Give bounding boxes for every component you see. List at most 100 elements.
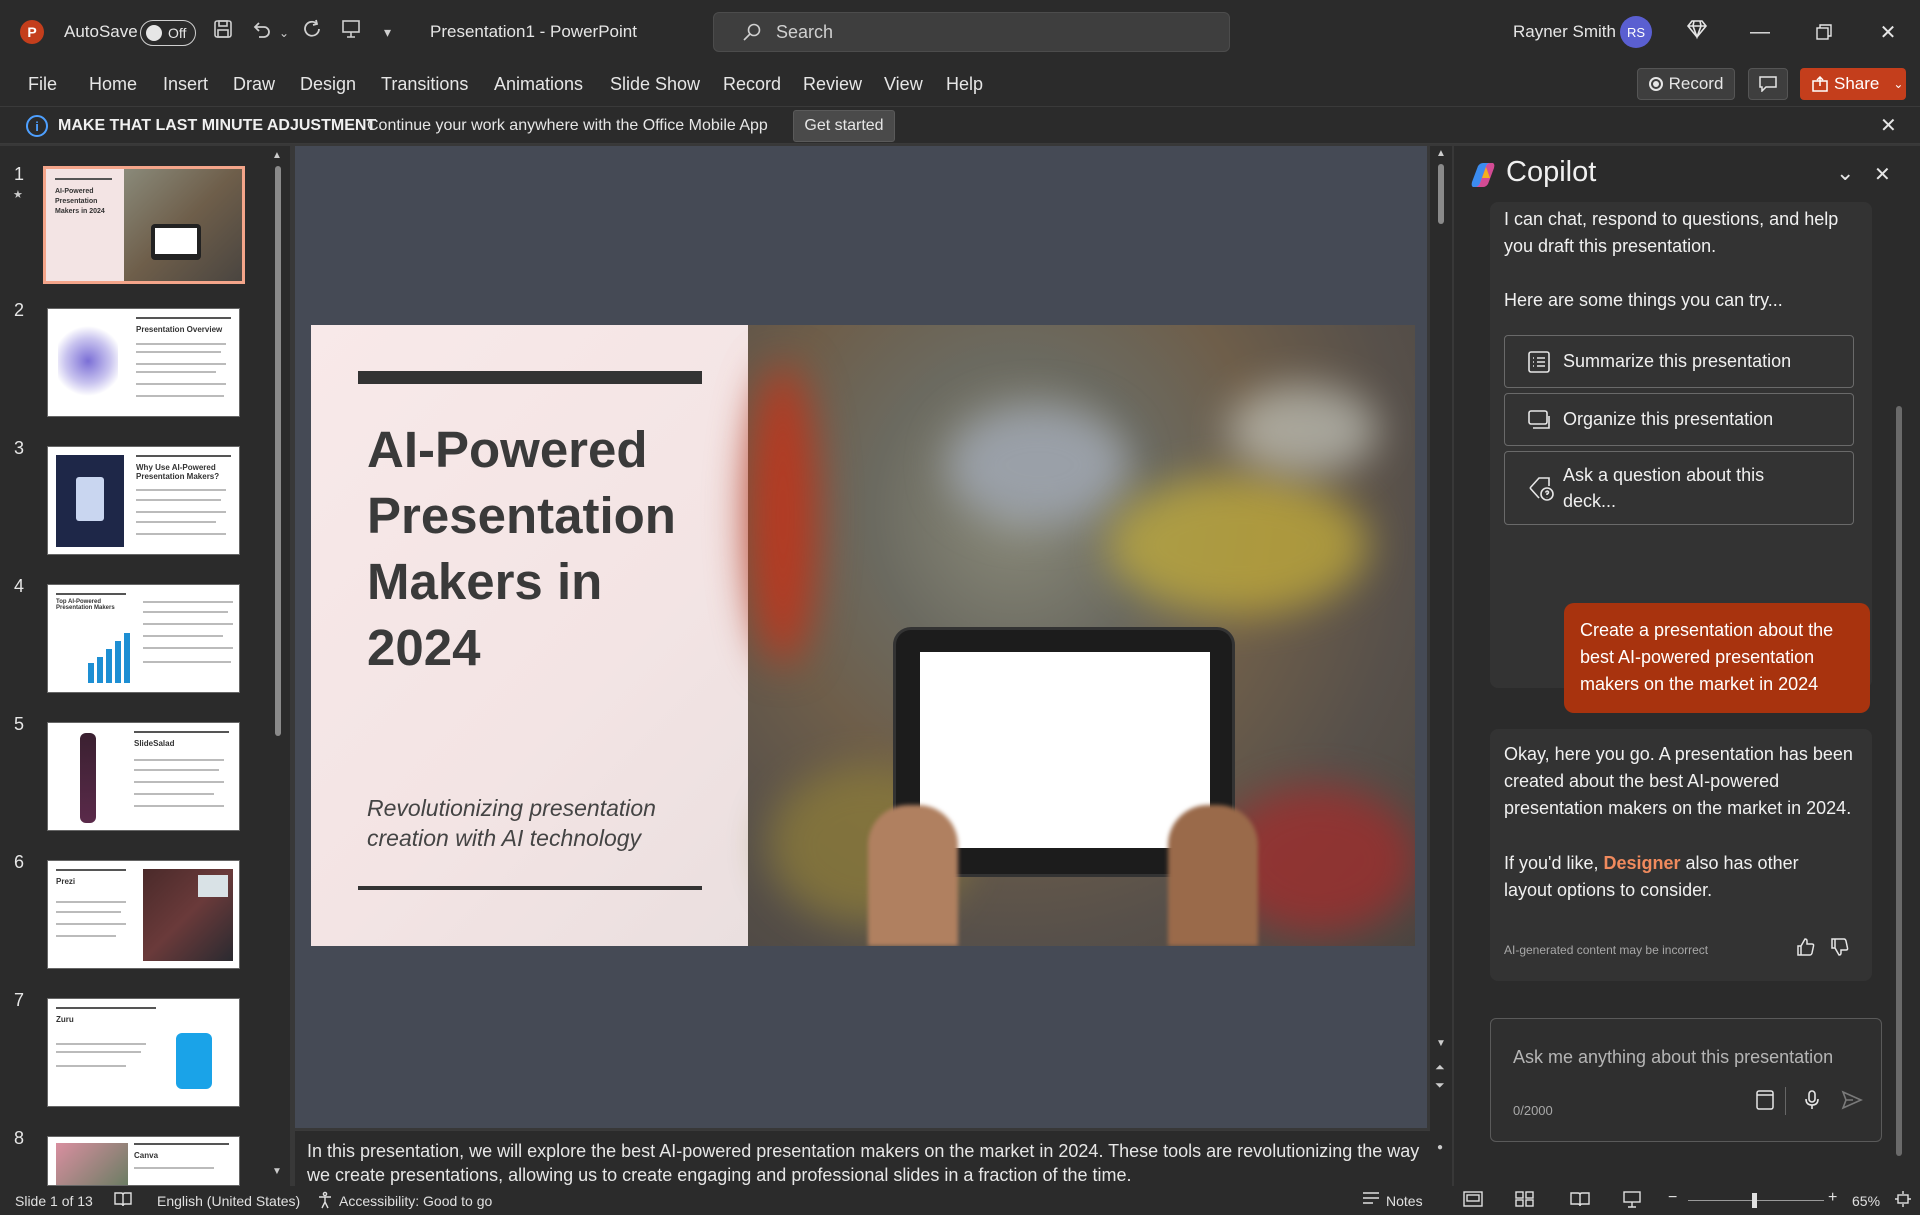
suggestion-label: Organize this presentation xyxy=(1563,409,1774,429)
suggestion-organize[interactable]: Organize this presentation xyxy=(1504,393,1854,446)
slide-thumbnail-8[interactable]: Canva xyxy=(47,1136,240,1186)
zoom-out-icon[interactable]: − xyxy=(1668,1189,1677,1207)
tab-transitions[interactable]: Transitions xyxy=(381,74,468,95)
fit-to-window-icon[interactable] xyxy=(1894,1190,1912,1211)
close-copilot-icon[interactable]: ✕ xyxy=(1874,162,1891,187)
record-button[interactable]: Record xyxy=(1637,68,1735,100)
slide-thumbnail-7[interactable]: Zuru xyxy=(47,998,240,1107)
present-icon[interactable] xyxy=(340,18,362,46)
search-placeholder: Search xyxy=(776,21,834,42)
accessibility-icon[interactable] xyxy=(316,1191,334,1212)
copilot-intro-text: I can chat, respond to questions, and he… xyxy=(1504,209,1839,256)
suggestion-summarize[interactable]: Summarize this presentation xyxy=(1504,335,1854,388)
customize-qat-icon[interactable]: ▾ xyxy=(384,24,391,41)
tab-review[interactable]: Review xyxy=(803,74,862,95)
redo-icon[interactable] xyxy=(302,18,324,46)
spelling-icon[interactable] xyxy=(114,1191,132,1210)
prompt-guide-icon[interactable] xyxy=(1755,1089,1775,1116)
scroll-thumb[interactable] xyxy=(275,166,281,736)
zoom-level[interactable]: 65% xyxy=(1852,1193,1880,1209)
notes-scroll-icon[interactable]: ● xyxy=(1437,1142,1443,1153)
tab-home[interactable]: Home xyxy=(89,74,137,95)
undo-icon[interactable] xyxy=(250,18,272,46)
close-infobar-icon[interactable]: ✕ xyxy=(1880,113,1897,138)
ribbon-tabs: File Home Insert Draw Design Transitions… xyxy=(0,64,1920,106)
tab-animations[interactable]: Animations xyxy=(494,74,583,95)
previous-slide-icon[interactable]: ⏶ xyxy=(1435,1060,1445,1075)
slide-image[interactable] xyxy=(748,325,1415,946)
diamond-icon[interactable] xyxy=(1686,18,1708,46)
powerpoint-logo-icon: P xyxy=(20,20,44,44)
status-bar: Slide 1 of 13 English (United States) Ac… xyxy=(0,1186,1920,1215)
slide-subtitle[interactable]: Revolutionizing presentation creation wi… xyxy=(367,793,707,853)
zoom-slider-thumb[interactable] xyxy=(1752,1193,1757,1208)
slide-sorter-icon[interactable] xyxy=(1515,1191,1535,1210)
record-label: Record xyxy=(1668,74,1724,93)
thumbs-down-icon[interactable] xyxy=(1830,937,1850,962)
copilot-input[interactable]: Ask me anything about this presentation … xyxy=(1490,1018,1882,1142)
microphone-icon[interactable] xyxy=(1803,1089,1821,1116)
thumbnail-scrollbar[interactable]: ▲ ▼ xyxy=(272,150,284,1180)
avatar[interactable]: RS xyxy=(1620,16,1652,48)
slide-thumbnail-3[interactable]: Why Use AI-Powered Presentation Makers? xyxy=(47,446,240,555)
share-button[interactable]: Share ⌄ xyxy=(1800,68,1906,100)
scroll-down-icon[interactable]: ▼ xyxy=(272,1166,282,1177)
search-box[interactable]: Search xyxy=(713,12,1230,52)
save-icon[interactable] xyxy=(212,18,234,46)
toggle-knob xyxy=(146,25,162,41)
slide-thumbnail-5[interactable]: SlideSalad xyxy=(47,722,240,831)
scroll-up-icon[interactable]: ▲ xyxy=(1436,148,1446,159)
thumb-title: SlideSalad xyxy=(134,739,175,748)
slide-show-icon[interactable] xyxy=(1622,1191,1642,1212)
current-slide[interactable]: AI-Powered Presentation Makers in 2024 R… xyxy=(311,325,1415,946)
char-count: 0/2000 xyxy=(1513,1103,1553,1118)
speaker-notes[interactable]: In this presentation, we will explore th… xyxy=(295,1130,1445,1186)
comments-button[interactable] xyxy=(1748,68,1788,100)
restore-icon[interactable] xyxy=(1804,14,1844,50)
slide-bottom-line xyxy=(358,886,702,890)
list-icon xyxy=(1528,350,1550,373)
slide-thumbnail-4[interactable]: Top AI-Powered Presentation Makers xyxy=(47,584,240,693)
autosave-toggle[interactable]: Off xyxy=(140,20,196,46)
user-name[interactable]: Rayner Smith xyxy=(1513,22,1616,42)
notes-button[interactable]: Notes xyxy=(1386,1193,1423,1209)
copilot-scrollbar[interactable] xyxy=(1896,206,1904,1156)
get-started-button[interactable]: Get started xyxy=(793,110,895,142)
editor-scrollbar[interactable]: ▲ ▼ ⏶ ⏷ ● xyxy=(1430,146,1452,1186)
tab-insert[interactable]: Insert xyxy=(163,74,208,95)
scroll-thumb[interactable] xyxy=(1438,164,1444,224)
tab-slide-show[interactable]: Slide Show xyxy=(610,74,700,95)
tab-draw[interactable]: Draw xyxy=(233,74,275,95)
slide-thumbnail-1[interactable]: AI-Powered Presentation Makers in 2024 xyxy=(43,166,245,284)
zoom-in-icon[interactable]: + xyxy=(1828,1189,1837,1207)
next-slide-icon[interactable]: ⏷ xyxy=(1435,1078,1445,1093)
thumb-title: Why Use AI-Powered Presentation Makers? xyxy=(136,463,220,481)
thumbs-up-icon[interactable] xyxy=(1796,937,1816,962)
accessibility-status[interactable]: Accessibility: Good to go xyxy=(339,1193,492,1209)
suggestion-ask-question[interactable]: Ask a question about this deck... xyxy=(1504,451,1854,525)
slide-title[interactable]: AI-Powered Presentation Makers in 2024 xyxy=(367,417,727,681)
copilot-logo-icon xyxy=(1471,163,1495,187)
minimize-icon[interactable]: — xyxy=(1740,14,1780,50)
info-bar: i MAKE THAT LAST MINUTE ADJUSTMENT Conti… xyxy=(0,106,1920,144)
scroll-thumb[interactable] xyxy=(1896,406,1902,1156)
designer-link[interactable]: Designer xyxy=(1603,853,1680,873)
scroll-up-icon[interactable]: ▲ xyxy=(272,150,282,161)
slide-thumbnail-2[interactable]: Presentation Overview xyxy=(47,308,240,417)
chevron-down-icon[interactable]: ⌄ xyxy=(1836,160,1854,186)
tab-record[interactable]: Record xyxy=(723,74,781,95)
tab-file[interactable]: File xyxy=(28,74,57,95)
close-window-icon[interactable]: ✕ xyxy=(1868,14,1908,50)
scroll-down-icon[interactable]: ▼ xyxy=(1436,1038,1446,1049)
share-dropdown-icon[interactable]: ⌄ xyxy=(1893,77,1903,91)
tab-design[interactable]: Design xyxy=(300,74,356,95)
normal-view-icon[interactable] xyxy=(1463,1191,1483,1210)
slide-thumbnail-6[interactable]: Prezi xyxy=(47,860,240,969)
tab-help[interactable]: Help xyxy=(946,74,983,95)
language-status[interactable]: English (United States) xyxy=(157,1193,300,1209)
undo-dropdown-icon[interactable]: ⌄ xyxy=(279,26,289,40)
send-icon[interactable] xyxy=(1841,1089,1863,1116)
reading-view-icon[interactable] xyxy=(1570,1191,1590,1210)
notes-icon[interactable] xyxy=(1362,1190,1380,1209)
tab-view[interactable]: View xyxy=(884,74,923,95)
